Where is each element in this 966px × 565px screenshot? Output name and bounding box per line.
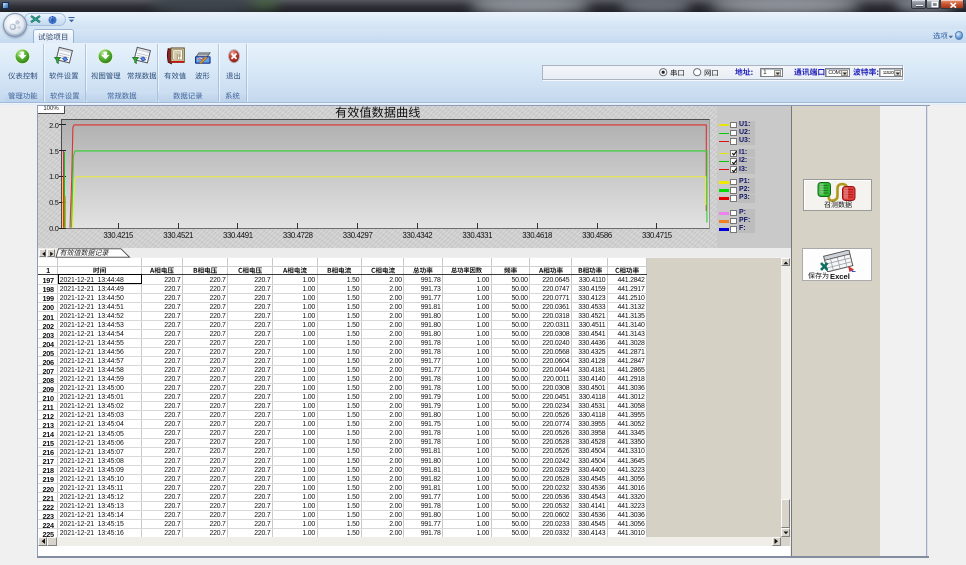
svg-text:Excel: Excel — [830, 272, 850, 281]
